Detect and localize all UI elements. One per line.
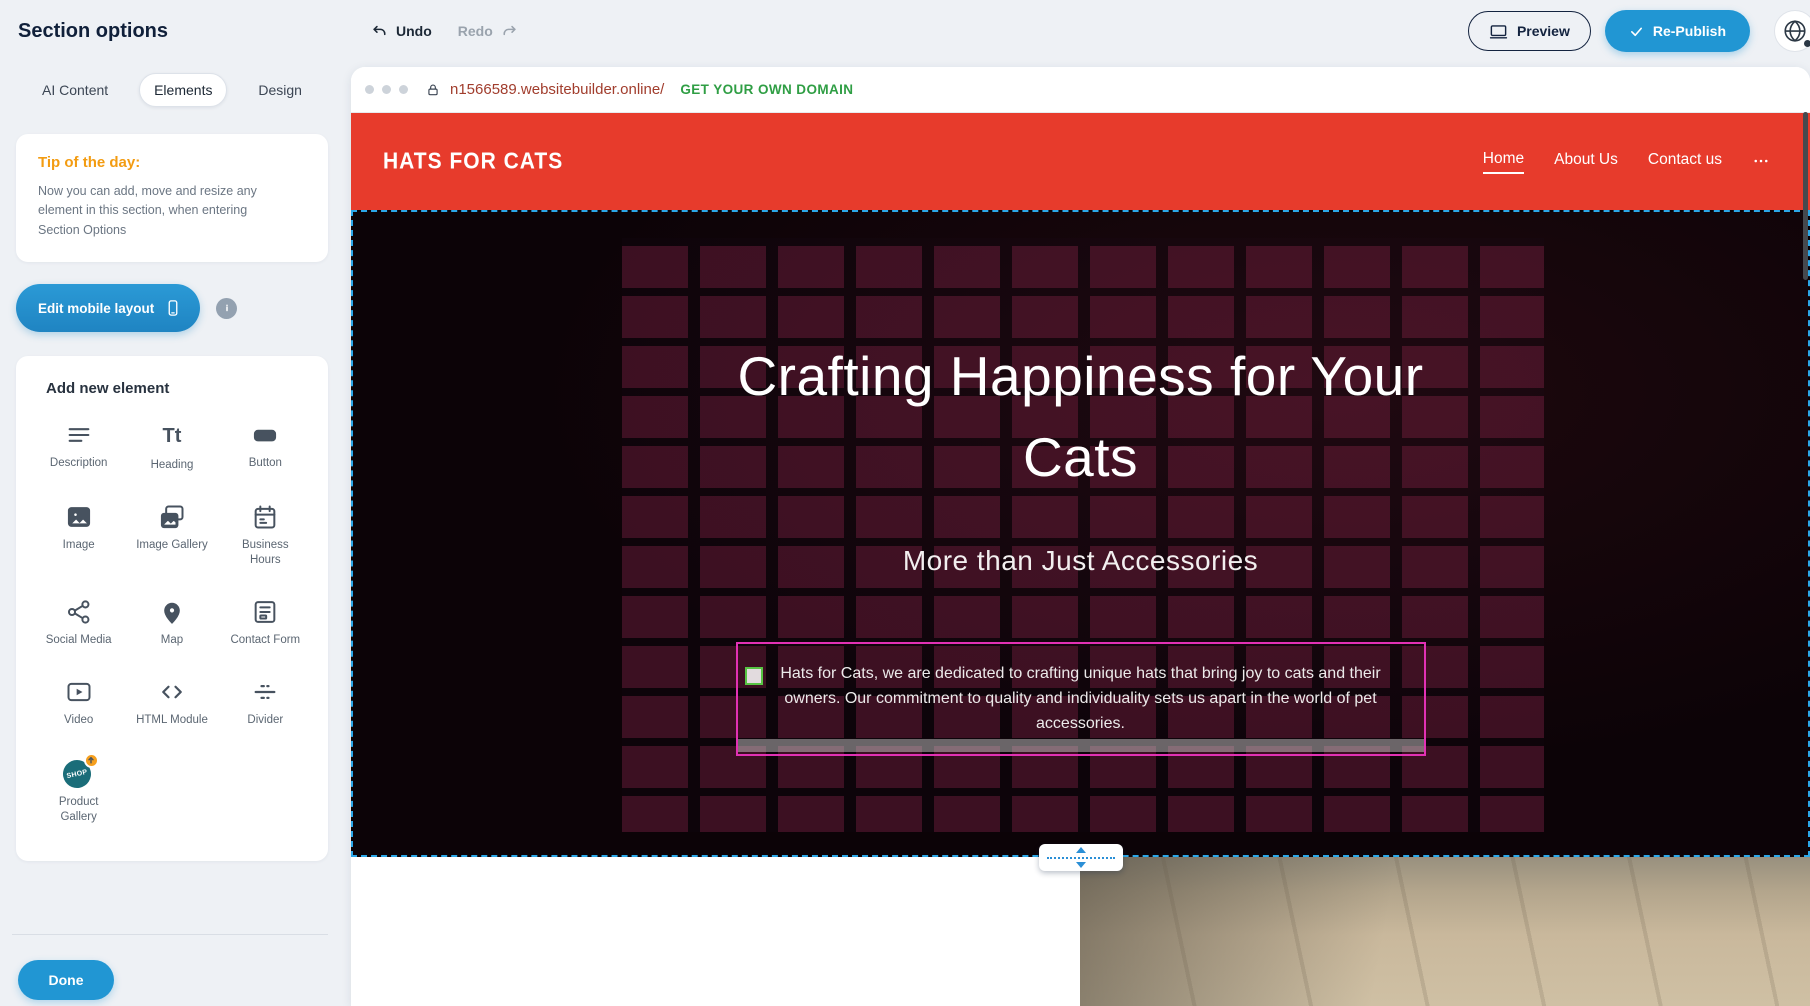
sidebar-tabs: AI Content Elements Design bbox=[16, 72, 328, 108]
undo-icon bbox=[372, 23, 389, 40]
tab-design[interactable]: Design bbox=[244, 74, 316, 106]
image-icon bbox=[65, 503, 93, 531]
tab-ai-content[interactable]: AI Content bbox=[28, 74, 122, 106]
browser-chrome: n1566589.websitebuilder.online/ GET YOUR… bbox=[351, 67, 1810, 113]
redo-button[interactable]: Redo bbox=[458, 23, 517, 40]
hero-subheading[interactable]: More than Just Accessories bbox=[353, 545, 1808, 577]
language-globe-button[interactable] bbox=[1774, 10, 1810, 52]
url-text[interactable]: n1566589.websitebuilder.online/ bbox=[450, 81, 664, 98]
element-html-module[interactable]: HTML Module bbox=[125, 668, 218, 738]
divider-icon bbox=[251, 678, 279, 706]
resize-dashed-line bbox=[1047, 857, 1115, 859]
description-icon bbox=[65, 421, 93, 449]
element-product-gallery[interactable]: SHOP Product Gallery bbox=[32, 748, 125, 835]
next-section bbox=[351, 857, 1810, 1006]
element-video[interactable]: Video bbox=[32, 668, 125, 738]
phone-icon bbox=[164, 299, 182, 317]
element-grid: Description Tt Heading Button Image bbox=[32, 411, 312, 835]
hero-paragraph[interactable]: Hats for Cats, we are dedicated to craft… bbox=[738, 644, 1424, 754]
nav-more-button[interactable] bbox=[1752, 152, 1770, 172]
element-map[interactable]: Map bbox=[125, 588, 218, 658]
nav-about-us[interactable]: About Us bbox=[1554, 151, 1618, 173]
topbar-actions: Preview Re-Publish bbox=[1468, 10, 1750, 52]
element-heading[interactable]: Tt Heading bbox=[125, 411, 218, 483]
map-pin-icon bbox=[158, 598, 186, 626]
element-divider[interactable]: Divider bbox=[219, 668, 312, 738]
republish-button[interactable]: Re-Publish bbox=[1605, 10, 1750, 52]
edit-mobile-layout-button[interactable]: Edit mobile layout bbox=[16, 284, 200, 332]
page-scrollbar-thumb[interactable] bbox=[1803, 112, 1808, 280]
section-options-sidebar: AI Content Elements Design Tip of the da… bbox=[16, 72, 328, 861]
page-title: Section options bbox=[18, 20, 168, 43]
tab-elements[interactable]: Elements bbox=[139, 73, 227, 107]
lock-icon bbox=[426, 83, 440, 97]
section-height-resize-handle[interactable] bbox=[1039, 844, 1123, 871]
history-controls: Undo Redo bbox=[372, 0, 517, 62]
resize-arrow-up-icon bbox=[1076, 847, 1086, 853]
upgrade-badge-icon bbox=[84, 753, 99, 768]
window-dots bbox=[365, 85, 408, 94]
hero-heading[interactable]: Crafting Happiness for Your Cats bbox=[721, 336, 1441, 499]
tip-of-the-day-card: Tip of the day: Now you can add, move an… bbox=[16, 134, 328, 262]
product-gallery-icon: SHOP bbox=[63, 758, 95, 788]
next-section-white-area[interactable] bbox=[351, 857, 1080, 1006]
website-canvas: HATS FOR CATS Home About Us Contact us C… bbox=[351, 113, 1810, 1006]
hero-section-selected[interactable]: Crafting Happiness for Your Cats More th… bbox=[351, 210, 1810, 857]
site-preview-window: n1566589.websitebuilder.online/ GET YOUR… bbox=[351, 67, 1810, 1006]
nav-contact-us[interactable]: Contact us bbox=[1648, 151, 1722, 173]
redo-icon bbox=[500, 23, 517, 40]
element-business-hours[interactable]: Business Hours bbox=[219, 493, 312, 578]
element-social-media[interactable]: Social Media bbox=[32, 588, 125, 658]
element-description[interactable]: Description bbox=[32, 411, 125, 483]
undo-button[interactable]: Undo bbox=[372, 23, 432, 40]
add-new-element-card: Add new element Description Tt Heading B… bbox=[16, 356, 328, 861]
get-your-own-domain-link[interactable]: GET YOUR OWN DOMAIN bbox=[680, 82, 853, 97]
sidebar-divider bbox=[12, 934, 328, 935]
social-media-icon bbox=[65, 598, 93, 626]
element-image-gallery[interactable]: Image Gallery bbox=[125, 493, 218, 578]
business-hours-icon bbox=[251, 503, 279, 531]
element-button[interactable]: Button bbox=[219, 411, 312, 483]
app-topbar: Section options Undo Redo Preview Re-P bbox=[0, 0, 1810, 62]
heading-icon: Tt bbox=[163, 421, 182, 451]
notification-dot bbox=[1804, 40, 1810, 47]
video-icon bbox=[65, 678, 93, 706]
tip-title: Tip of the day: bbox=[38, 154, 306, 171]
image-gallery-icon bbox=[158, 503, 186, 531]
element-resize-handle[interactable] bbox=[745, 667, 763, 685]
selected-paragraph-element[interactable]: Hats for Cats, we are dedicated to craft… bbox=[736, 642, 1426, 756]
site-nav: Home About Us Contact us bbox=[1483, 150, 1770, 174]
html-module-icon bbox=[158, 678, 186, 706]
element-contact-form[interactable]: Contact Form bbox=[219, 588, 312, 658]
button-icon bbox=[251, 421, 279, 449]
info-icon[interactable] bbox=[216, 298, 237, 319]
nav-home[interactable]: Home bbox=[1483, 150, 1524, 174]
monitor-icon bbox=[1489, 22, 1508, 41]
site-logo[interactable]: HATS FOR CATS bbox=[383, 148, 563, 175]
resize-arrow-down-icon bbox=[1076, 862, 1086, 868]
element-image[interactable]: Image bbox=[32, 493, 125, 578]
check-icon bbox=[1629, 24, 1644, 39]
pavement-photo[interactable] bbox=[1080, 857, 1810, 1006]
contact-form-icon bbox=[251, 598, 279, 626]
website-header[interactable]: HATS FOR CATS Home About Us Contact us bbox=[351, 113, 1810, 210]
preview-button[interactable]: Preview bbox=[1468, 11, 1591, 51]
add-new-element-title: Add new element bbox=[46, 380, 312, 397]
done-button[interactable]: Done bbox=[18, 960, 114, 1000]
mobile-layout-row: Edit mobile layout bbox=[16, 284, 328, 332]
tip-body: Now you can add, move and resize any ele… bbox=[38, 182, 288, 240]
